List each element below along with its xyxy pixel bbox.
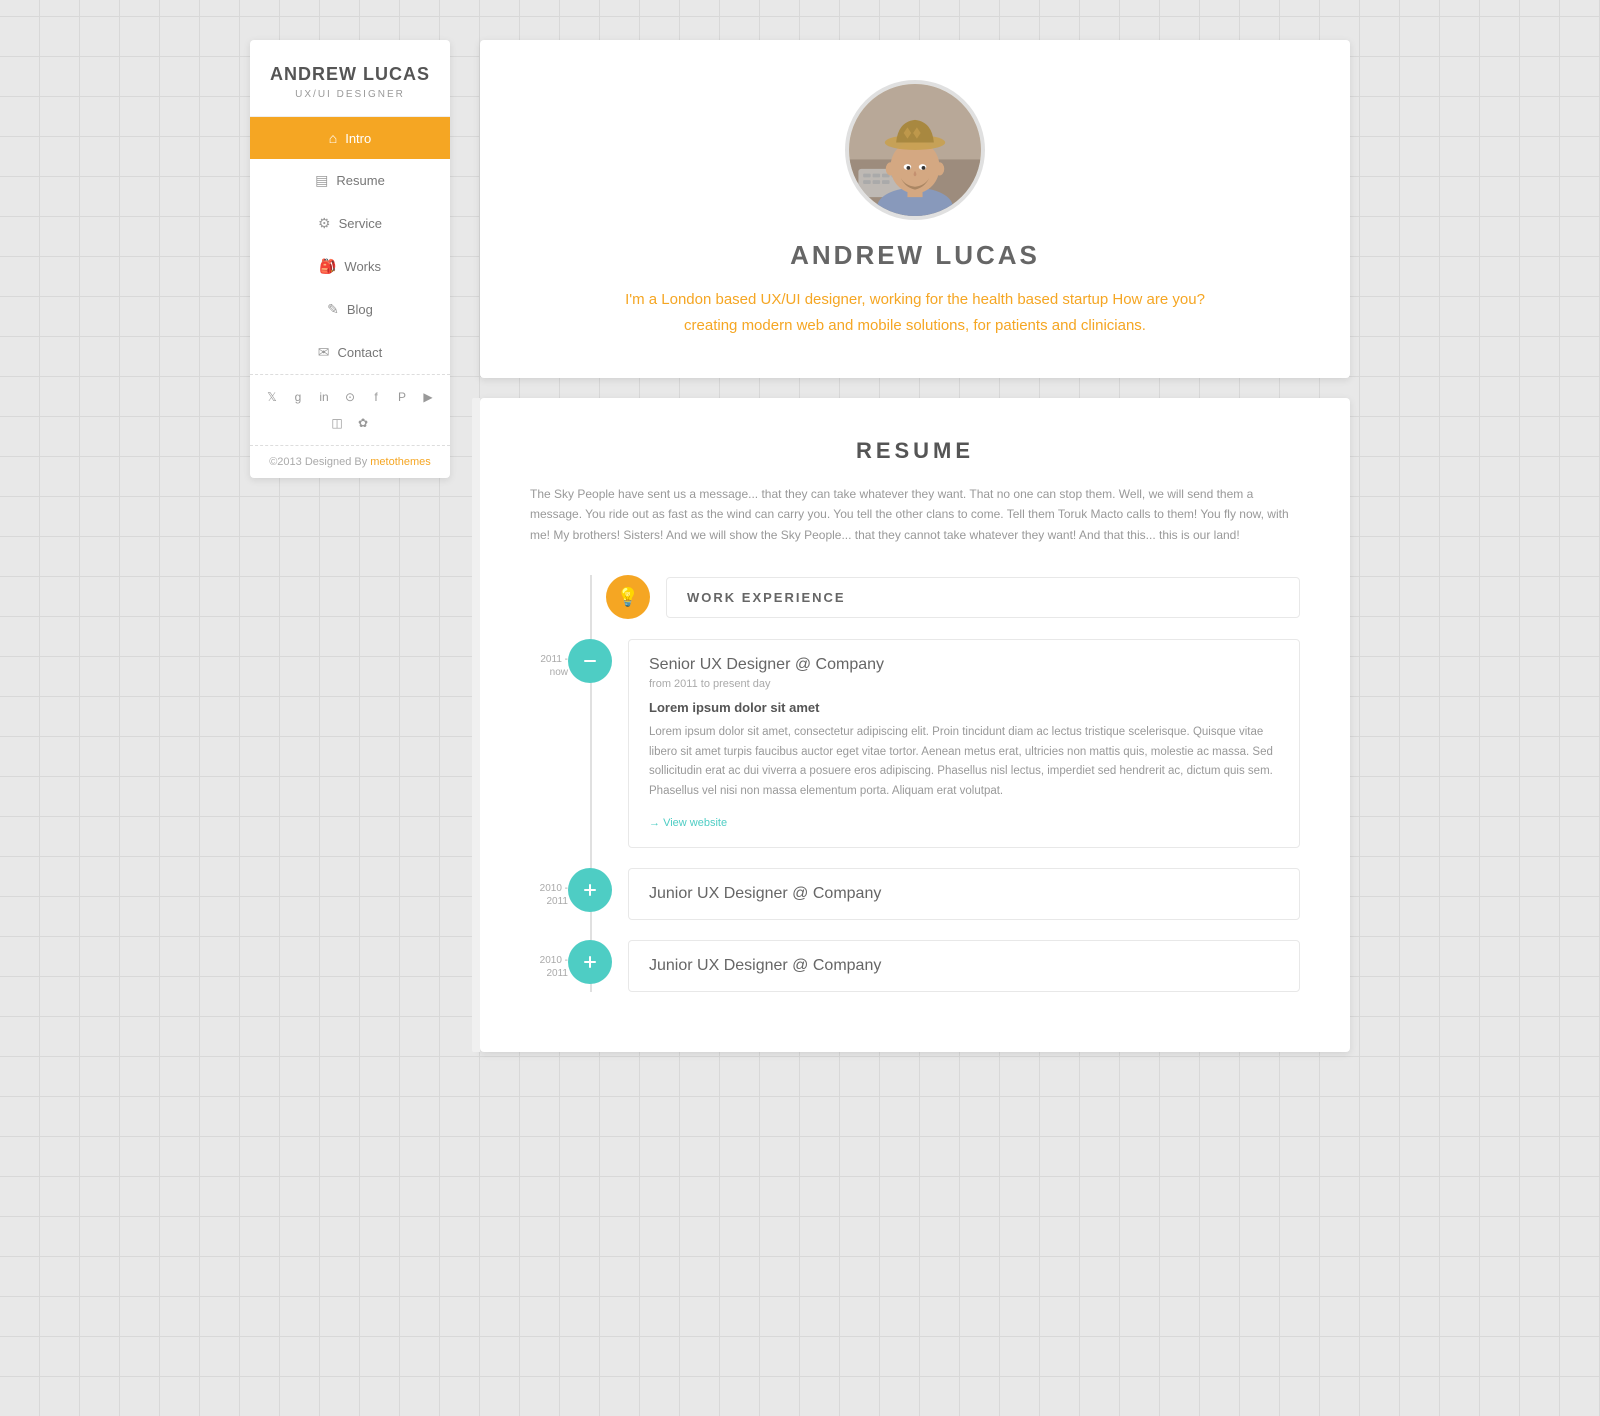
view-website-link[interactable]: View website [649, 817, 727, 829]
nav-link-resume[interactable]: ▤ Resume [250, 159, 450, 202]
timeline-entry-senior: 2011 - now Senior UX Designer @ Company … [530, 639, 1300, 848]
main-content: ANDREW LUCAS I'm a London based UX/UI de… [480, 40, 1350, 1052]
works-icon: 🎒 [319, 258, 336, 275]
instagram-icon[interactable]: ◫ [327, 413, 347, 433]
timeline-entry-junior-1: 2010 - 2011 Junior UX Designer @ Company [530, 868, 1300, 920]
nav-label-blog: Blog [347, 302, 373, 317]
intro-name: ANDREW LUCAS [540, 240, 1290, 271]
nav-link-contact[interactable]: ✉ Contact [250, 331, 450, 374]
dribbble-icon[interactable]: ✿ [353, 413, 373, 433]
job-title-junior-2: Junior UX Designer @ Company [649, 957, 881, 975]
sidebar-header: ANDREW LUCAS UX/UI DESIGNER [250, 40, 450, 117]
nav-link-intro[interactable]: ⌂ Intro [250, 117, 450, 159]
github-icon[interactable]: ⊙ [340, 387, 360, 407]
minus-icon [581, 652, 599, 670]
sidebar-footer: ©2013 Designed By metothemes [250, 446, 450, 478]
intro-section: ANDREW LUCAS I'm a London based UX/UI de… [480, 40, 1350, 378]
nav-label-resume: Resume [336, 173, 384, 188]
sidebar: ANDREW LUCAS UX/UI DESIGNER ⌂ Intro ▤ Re… [250, 40, 450, 478]
twitter-icon[interactable]: 𝕏 [262, 387, 282, 407]
job-card-junior-2: Junior UX Designer @ Company [628, 940, 1300, 992]
nav-link-blog[interactable]: ✎ Blog [250, 288, 450, 331]
nav-label-intro: Intro [345, 131, 371, 146]
expand-dot-junior-1[interactable] [568, 868, 612, 912]
work-experience-label: WORK EXPERIENCE [666, 577, 1300, 618]
nav-label-works: Works [344, 259, 381, 274]
resume-intro: The Sky People have sent us a message...… [530, 484, 1300, 545]
nav-item-intro[interactable]: ⌂ Intro [250, 117, 450, 159]
blog-icon: ✎ [327, 301, 339, 318]
collapse-dot-senior[interactable] [568, 639, 612, 683]
resume-icon: ▤ [315, 172, 328, 189]
timeline-entry-junior-2: 2010 - 2011 Junior UX Designer @ Company [530, 940, 1300, 992]
job-period-senior: from 2011 to present day [649, 678, 1279, 690]
plus-icon-1 [581, 881, 599, 899]
gplus-icon[interactable]: g [288, 387, 308, 407]
job-title-senior: Senior UX Designer @ Company [649, 656, 1279, 674]
job-card-junior-1: Junior UX Designer @ Company [628, 868, 1300, 920]
facebook-icon[interactable]: f [366, 387, 386, 407]
sidebar-title: UX/UI DESIGNER [266, 89, 434, 100]
intro-bio: I'm a London based UX/UI designer, worki… [615, 287, 1215, 338]
service-icon: ⚙ [318, 215, 331, 232]
nav-item-service[interactable]: ⚙ Service [250, 202, 450, 245]
resume-section: RESUME The Sky People have sent us a mes… [480, 398, 1350, 1052]
timeline-header-work: 💡 WORK EXPERIENCE [530, 575, 1300, 619]
nav-item-blog[interactable]: ✎ Blog [250, 288, 450, 331]
nav-link-service[interactable]: ⚙ Service [250, 202, 450, 245]
nav-link-works[interactable]: 🎒 Works [250, 245, 450, 288]
footer-text: ©2013 Designed By [269, 456, 370, 468]
work-experience-icon: 💡 [606, 575, 650, 619]
contact-icon: ✉ [318, 344, 330, 361]
year-2010-2011-1: 2010 - 2011 [530, 868, 568, 908]
page-wrapper: ANDREW LUCAS UX/UI DESIGNER ⌂ Intro ▤ Re… [250, 40, 1350, 1052]
year-2010-2011-2: 2010 - 2011 [530, 940, 568, 980]
resume-title: RESUME [530, 438, 1300, 464]
job-card-senior: Senior UX Designer @ Company from 2011 t… [628, 639, 1300, 848]
vimeo-icon[interactable]: ▶ [418, 387, 438, 407]
pinterest-icon[interactable]: P [392, 387, 412, 407]
year-2011-now: 2011 - now [530, 639, 568, 679]
avatar-illustration [849, 84, 981, 216]
linkedin-icon[interactable]: in [314, 387, 334, 407]
home-icon: ⌂ [329, 130, 337, 146]
expand-dot-junior-2[interactable] [568, 940, 612, 984]
timeline-section: 💡 WORK EXPERIENCE 2011 - now Senior UX D… [530, 575, 1300, 992]
avatar [845, 80, 985, 220]
plus-icon-2 [581, 953, 599, 971]
nav-label-contact: Contact [337, 345, 382, 360]
nav-item-resume[interactable]: ▤ Resume [250, 159, 450, 202]
sidebar-name: ANDREW LUCAS [266, 64, 434, 85]
sidebar-social: 𝕏 g in ⊙ f P ▶ ◫ ✿ [250, 374, 450, 446]
job-description-senior: Lorem ipsum dolor sit amet, consectetur … [649, 723, 1279, 801]
sidebar-nav: ⌂ Intro ▤ Resume ⚙ Service 🎒 Work [250, 117, 450, 374]
job-title-junior-1: Junior UX Designer @ Company [649, 885, 881, 903]
nav-item-works[interactable]: 🎒 Works [250, 245, 450, 288]
footer-link[interactable]: metothemes [370, 456, 431, 468]
nav-item-contact[interactable]: ✉ Contact [250, 331, 450, 374]
nav-label-service: Service [339, 216, 382, 231]
job-subtitle-senior: Lorem ipsum dolor sit amet [649, 700, 1279, 715]
